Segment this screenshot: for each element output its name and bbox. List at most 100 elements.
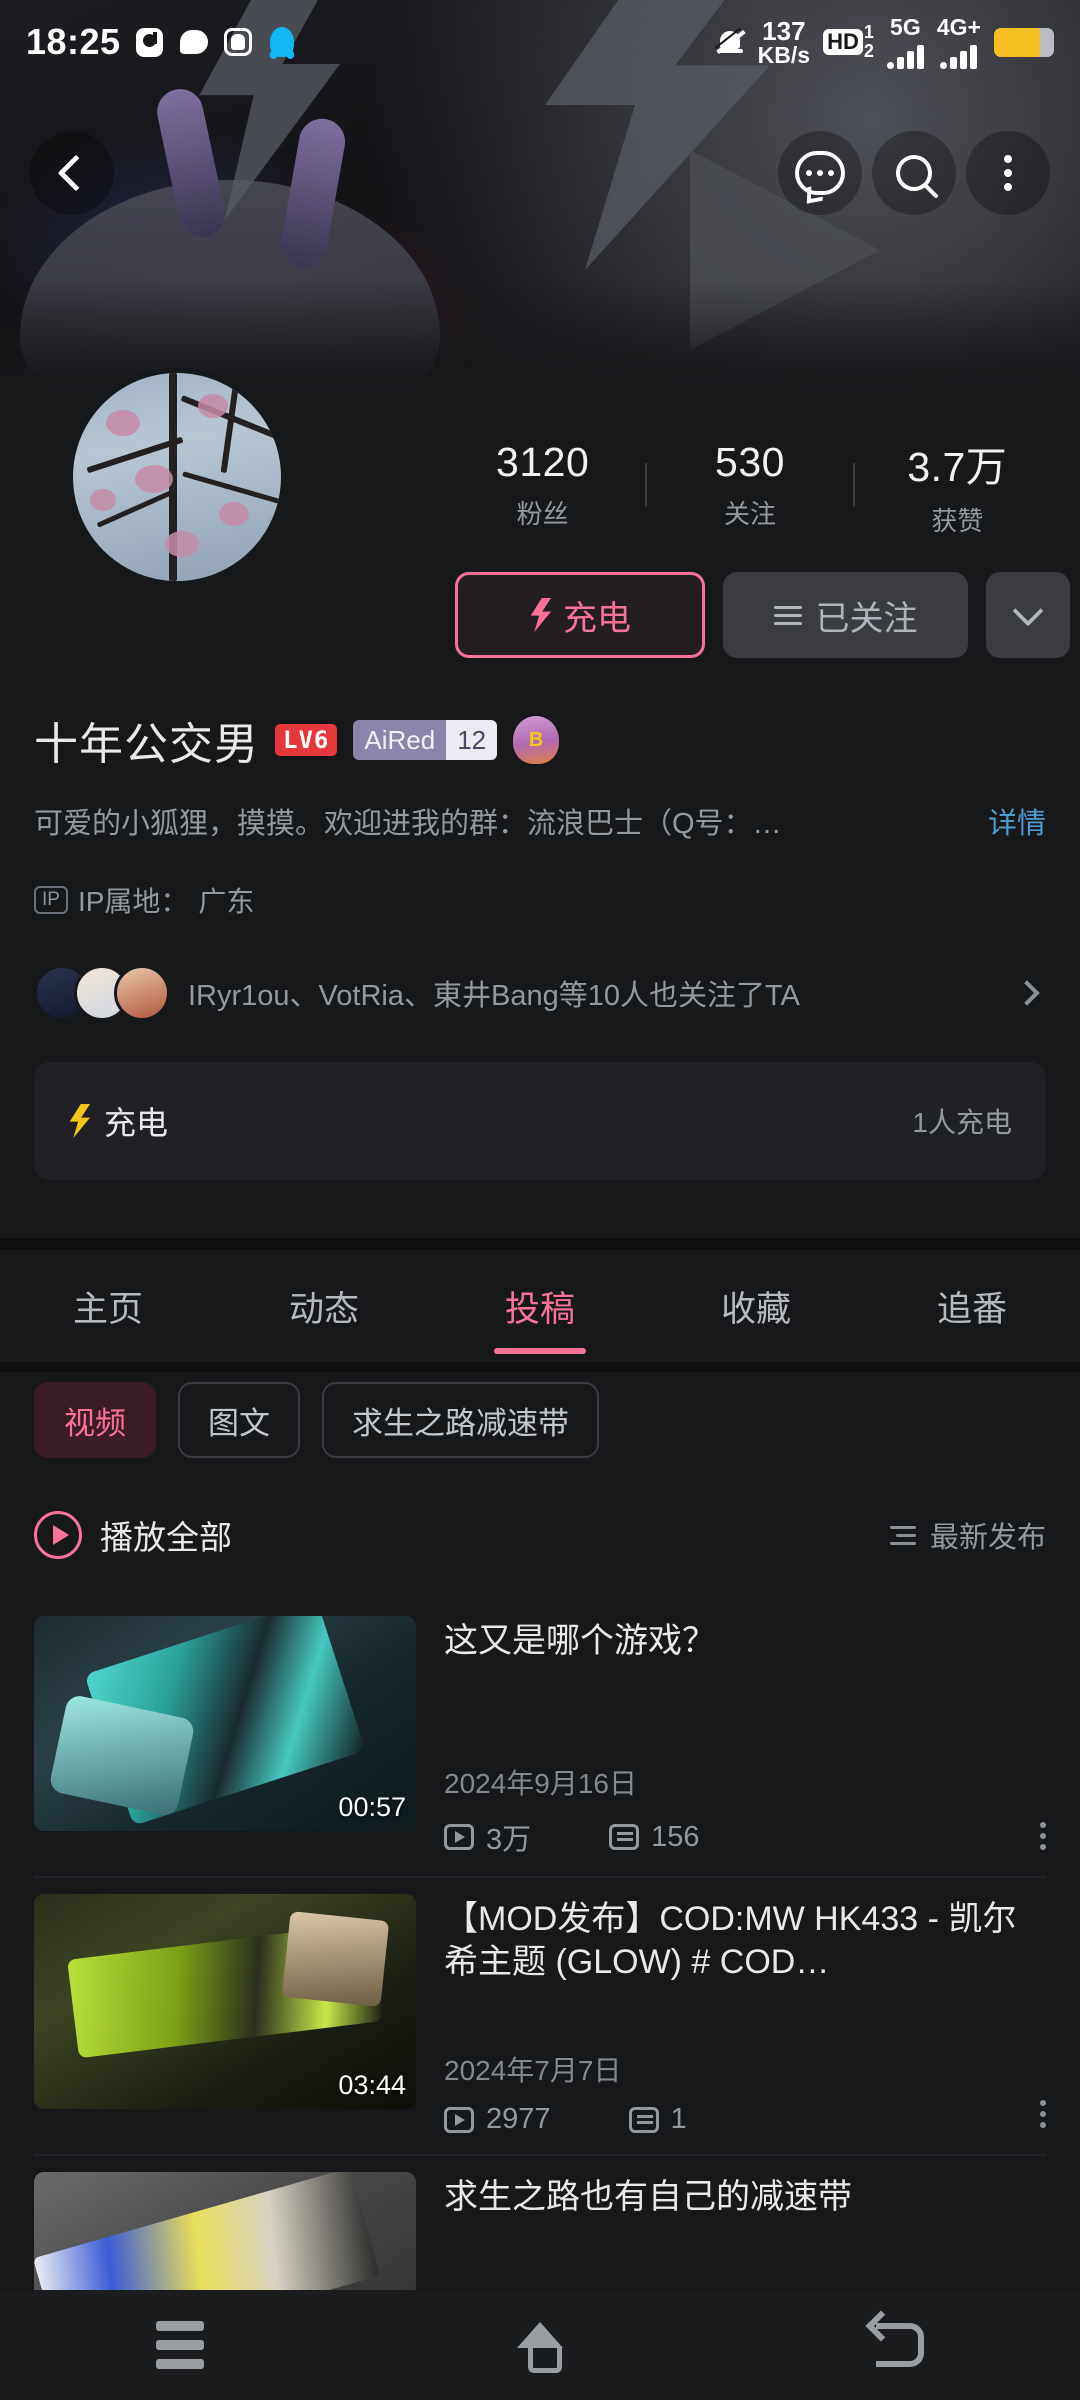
video-list-item[interactable]: 03:44 【MOD发布】COD:MW HK433 - 凯尔希主题 (GLOW)… bbox=[0, 1878, 1080, 2154]
sort-button[interactable]: 最新发布 bbox=[889, 1514, 1046, 1556]
chevron-left-icon bbox=[57, 154, 95, 192]
fan-medal-badge[interactable]: AiRed 12 bbox=[353, 720, 498, 760]
tab-dynamic[interactable]: 动态 bbox=[216, 1250, 432, 1362]
stat-likes[interactable]: 3.7万 获赞 bbox=[855, 433, 1060, 538]
back-button-system[interactable] bbox=[840, 2310, 960, 2380]
bio-text: 可爱的小狐狸，摸摸。欢迎进我的群：流浪巴士（Q号：… bbox=[34, 808, 782, 840]
hd-volte-icon: HD 1 2 bbox=[823, 23, 874, 61]
bell-muted-icon bbox=[715, 27, 746, 57]
play-count-icon bbox=[444, 2106, 474, 2133]
qq-penguin-icon bbox=[267, 27, 297, 57]
home-icon bbox=[517, 2322, 563, 2373]
video-comments-value: 156 bbox=[651, 1820, 700, 1853]
signal-5g: 5G bbox=[886, 15, 924, 69]
status-time: 18:25 bbox=[26, 21, 121, 62]
stat-following[interactable]: 530 关注 bbox=[647, 439, 852, 531]
mutual-avatars bbox=[34, 965, 170, 1021]
search-button[interactable] bbox=[872, 131, 956, 215]
video-comments-value: 1 bbox=[670, 2103, 687, 2135]
recents-menu-icon bbox=[156, 2321, 204, 2369]
charge-card[interactable]: 充电 1人充电 bbox=[34, 1062, 1046, 1180]
play-circle-icon bbox=[34, 1511, 82, 1559]
tab-uploads-label: 投稿 bbox=[504, 1289, 575, 1329]
ip-location-row: IP IP属地： 广东 bbox=[34, 880, 254, 920]
filter-chips: 视频 图文 求生之路减速带 bbox=[34, 1382, 599, 1458]
back-arrow-icon bbox=[876, 2323, 924, 2367]
play-count-icon bbox=[444, 1824, 474, 1850]
emblem-letter: B bbox=[528, 729, 544, 751]
network-secondary-label: 4G+ bbox=[936, 13, 981, 40]
chip-video[interactable]: 视频 bbox=[34, 1382, 156, 1458]
recents-button[interactable] bbox=[120, 2310, 240, 2380]
back-button[interactable] bbox=[30, 131, 114, 215]
video-menu-button[interactable] bbox=[1040, 2100, 1046, 2128]
following-button[interactable]: 已关注 bbox=[723, 572, 968, 658]
tab-dynamic-label: 动态 bbox=[288, 1289, 359, 1329]
network-speed-unit: KB/s bbox=[757, 41, 811, 68]
hd-sim-top: 1 bbox=[863, 22, 874, 43]
video-thumbnail[interactable]: 03:44 bbox=[34, 1894, 416, 2109]
sort-label: 最新发布 bbox=[929, 1522, 1046, 1554]
profile-emblem-icon[interactable]: B bbox=[513, 716, 560, 764]
app-screen: 18:25 137 KB/s HD 1 2 5G 4G+ 3120 粉丝 530… bbox=[0, 0, 1080, 2400]
video-comments: 156 bbox=[609, 1820, 700, 1854]
stat-likes-label: 获赞 bbox=[931, 505, 984, 536]
video-thumbnail[interactable]: 00:57 bbox=[34, 1616, 416, 1831]
tab-bangumi[interactable]: 追番 bbox=[864, 1250, 1080, 1362]
follow-more-button[interactable] bbox=[986, 572, 1070, 658]
hd-label: HD bbox=[823, 29, 863, 55]
video-list-item[interactable]: 00:57 这又是哪个游戏？ 2024年9月16日 3万 156 bbox=[0, 1600, 1080, 1876]
chat-bubble-icon bbox=[179, 27, 209, 57]
message-button[interactable] bbox=[778, 131, 862, 215]
tab-home-label: 主页 bbox=[72, 1289, 143, 1329]
fan-medal-level: 12 bbox=[446, 720, 498, 760]
avatar[interactable] bbox=[68, 368, 286, 586]
sort-icon bbox=[889, 1525, 916, 1545]
system-navigation-bar bbox=[0, 2290, 1080, 2400]
chevron-down-icon bbox=[1012, 595, 1044, 627]
bio-detail-link[interactable]: 详情 bbox=[988, 800, 1046, 842]
battery-icon bbox=[994, 27, 1054, 57]
tab-bangumi-label: 追番 bbox=[936, 1289, 1007, 1329]
play-all-row: 播放全部 最新发布 bbox=[34, 1500, 1046, 1570]
overflow-menu-button[interactable] bbox=[966, 131, 1050, 215]
level-badge: LV6 bbox=[275, 724, 338, 756]
video-list: 00:57 这又是哪个游戏？ 2024年9月16日 3万 156 03:44 【… bbox=[0, 1600, 1080, 2400]
chip-article[interactable]: 图文 bbox=[178, 1382, 300, 1458]
ip-badge-icon: IP bbox=[34, 885, 68, 915]
home-button[interactable] bbox=[480, 2310, 600, 2380]
username: 十年公交男 bbox=[34, 720, 259, 769]
tab-favorites-label: 收藏 bbox=[720, 1289, 791, 1329]
mutual-followers-row[interactable]: IRyr1ou、VotRia、東井Bang等10人也关注了TA bbox=[34, 956, 1046, 1030]
video-duration: 03:44 bbox=[338, 2070, 406, 2100]
top-navigation-bar bbox=[0, 118, 1080, 228]
chip-collection[interactable]: 求生之路减速带 bbox=[322, 1382, 599, 1458]
chevron-right-icon bbox=[1014, 980, 1040, 1006]
tab-home[interactable]: 主页 bbox=[0, 1250, 216, 1362]
music-note-icon bbox=[135, 27, 165, 57]
tab-favorites[interactable]: 收藏 bbox=[648, 1250, 864, 1362]
status-bar-left: 18:25 bbox=[26, 21, 297, 63]
stat-followers-label: 粉丝 bbox=[516, 499, 569, 529]
stat-following-label: 关注 bbox=[723, 499, 776, 529]
section-divider bbox=[0, 1238, 1080, 1250]
tab-uploads[interactable]: 投稿 bbox=[432, 1250, 648, 1362]
video-title: 【MOD发布】COD:MW HK433 - 凯尔希主题 (GLOW) # COD… bbox=[444, 1900, 1017, 1981]
bio-row[interactable]: 可爱的小狐狸，摸摸。欢迎进我的群：流浪巴士（Q号：… 详情 bbox=[34, 800, 1046, 842]
status-bar-right: 137 KB/s HD 1 2 5G 4G+ bbox=[715, 13, 1054, 69]
charge-button-label: 充电 bbox=[563, 599, 631, 638]
stat-followers-count: 3120 bbox=[496, 439, 590, 485]
network-speed-value: 137 bbox=[762, 15, 806, 46]
stat-following-count: 530 bbox=[715, 439, 785, 485]
tabs-separator bbox=[0, 1362, 1080, 1372]
stat-followers[interactable]: 3120 粉丝 bbox=[440, 439, 645, 531]
video-title: 求生之路也有自己的减速带 bbox=[444, 2178, 852, 2216]
play-all-button[interactable]: 播放全部 bbox=[34, 1511, 890, 1559]
fan-medal-name: AiRed bbox=[353, 720, 447, 760]
charge-card-label: 充电 bbox=[104, 1105, 169, 1141]
video-menu-button[interactable] bbox=[1040, 1822, 1046, 1850]
charge-button[interactable]: 充电 bbox=[455, 572, 705, 658]
ip-location-value: 广东 bbox=[198, 886, 255, 917]
play-all-label: 播放全部 bbox=[100, 1519, 232, 1556]
search-icon bbox=[896, 155, 932, 191]
